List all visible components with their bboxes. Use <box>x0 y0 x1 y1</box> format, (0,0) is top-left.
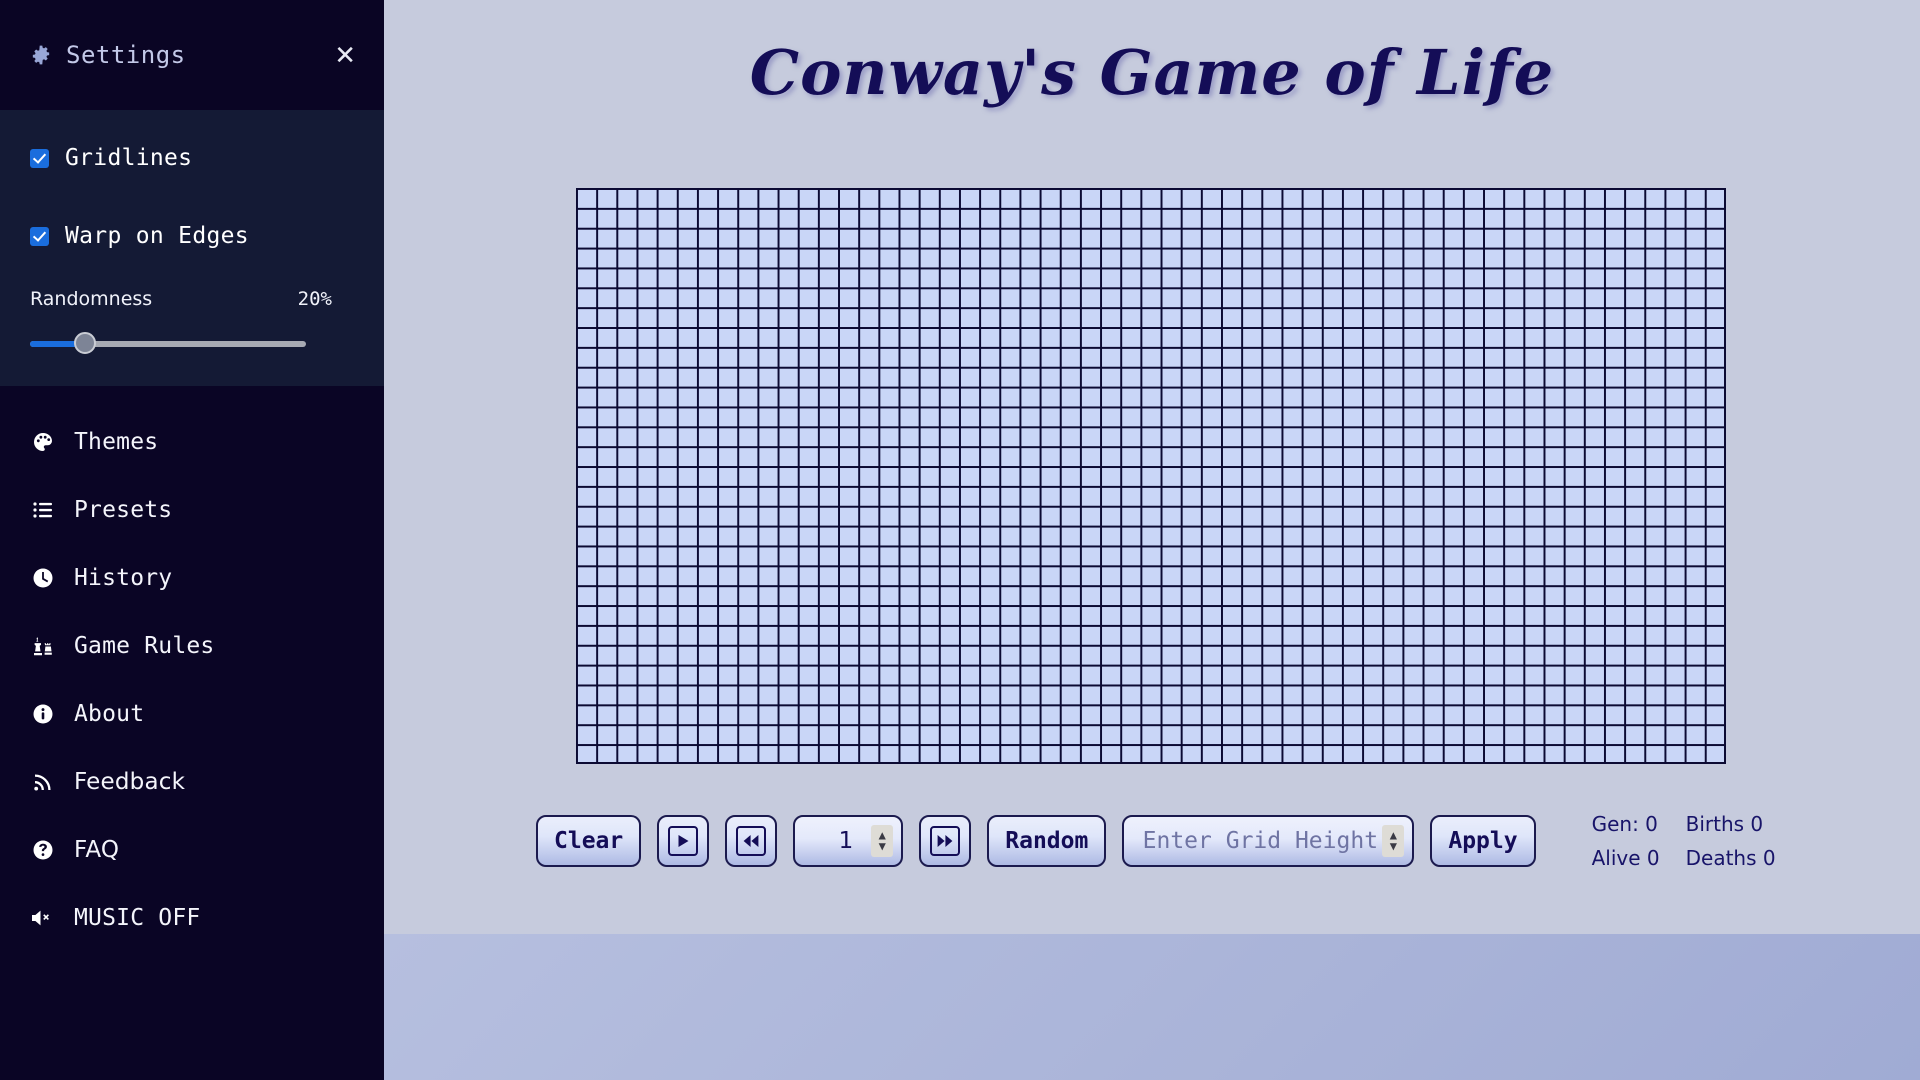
step-forward-button[interactable] <box>919 815 972 867</box>
play-button[interactable] <box>657 815 710 867</box>
randomness-row: Randomness 20% <box>30 288 354 310</box>
stat-generation: Gen: 0 <box>1591 812 1658 836</box>
speaker-mute-icon <box>30 905 56 931</box>
sidebar-item-faq[interactable]: FAQ <box>0 816 384 884</box>
sidebar-item-label: Presets <box>74 497 173 523</box>
grid-height-stepper[interactable]: ▲ ▼ <box>1382 825 1405 857</box>
clear-button[interactable]: Clear <box>536 815 642 867</box>
app-title: Conway's Game of Life <box>749 36 1555 109</box>
sidebar-item-label: Feedback <box>74 769 186 795</box>
settings-panel: Gridlines Warp on Edges Randomness 20% <box>0 110 384 386</box>
play-icon <box>668 826 699 856</box>
info-icon <box>30 701 56 727</box>
gear-icon <box>30 44 52 66</box>
main-content: Conway's Game of Life Clear 1 ▲ ▼ Random… <box>384 0 1920 1080</box>
control-bar: Clear 1 ▲ ▼ Random Enter Grid Height ▲ ▼… <box>384 812 1920 870</box>
sidebar-item-label: FAQ <box>74 837 120 863</box>
apply-button[interactable]: Apply <box>1430 815 1536 867</box>
stat-deaths: Deaths 0 <box>1685 846 1776 870</box>
sidebar-item-game-rules[interactable]: Game Rules <box>0 612 384 680</box>
random-button[interactable]: Random <box>987 815 1107 867</box>
sidebar-item-label: About <box>74 701 145 727</box>
list-icon <box>30 497 56 523</box>
sidebar-item-label: History <box>74 565 173 591</box>
sidebar-item-label: Game Rules <box>74 633 215 659</box>
sidebar-item-label: MUSIC OFF <box>74 905 201 931</box>
sidebar-item-themes[interactable]: Themes <box>0 408 384 476</box>
randomness-value: 20% <box>297 288 332 310</box>
randomness-slider[interactable] <box>30 332 306 356</box>
stat-alive: Alive 0 <box>1591 846 1660 870</box>
page-title: Settings <box>66 41 186 69</box>
step-count-value: 1 <box>838 828 854 854</box>
setting-gridlines[interactable]: Gridlines <box>30 132 354 184</box>
palette-icon <box>30 429 56 455</box>
footer-band <box>384 934 1920 1080</box>
sidebar-item-label: Themes <box>74 429 159 455</box>
fast-forward-icon <box>930 826 961 856</box>
sidebar-menu: Themes Presets History Game Rules About … <box>0 386 384 952</box>
gridlines-checkbox[interactable] <box>30 148 49 168</box>
sidebar-header: Settings ✕ <box>0 0 384 110</box>
grid-height-placeholder: Enter Grid Height <box>1142 828 1379 854</box>
gridlines-label: Gridlines <box>65 145 193 171</box>
sidebar-item-history[interactable]: History <box>0 544 384 612</box>
close-icon[interactable]: ✕ <box>334 42 356 68</box>
sidebar-item-about[interactable]: About <box>0 680 384 748</box>
settings-sidebar: Settings ✕ Gridlines Warp on Edges Rando… <box>0 0 384 1080</box>
randomness-label: Randomness <box>30 288 153 310</box>
warp-on-edges-checkbox[interactable] <box>30 226 49 246</box>
setting-warp-on-edges[interactable]: Warp on Edges <box>30 210 354 262</box>
stepper-down-icon[interactable]: ▼ <box>879 840 886 852</box>
sidebar-item-feedback[interactable]: Feedback <box>0 748 384 816</box>
stats-panel: Gen: 0 Births 0 Alive 0 Deaths 0 <box>1592 812 1776 870</box>
stat-births: Births 0 <box>1685 812 1764 836</box>
rss-icon <box>30 769 56 795</box>
question-circle-icon <box>30 837 56 863</box>
life-grid[interactable] <box>576 188 1726 764</box>
stepper-down-icon[interactable]: ▼ <box>1390 840 1397 852</box>
rewind-icon <box>736 826 767 856</box>
clock-icon <box>30 565 56 591</box>
slider-thumb[interactable] <box>74 332 97 354</box>
step-count-input[interactable]: 1 ▲ ▼ <box>793 815 904 867</box>
chess-icon <box>30 633 56 659</box>
sidebar-item-music-toggle[interactable]: MUSIC OFF <box>0 884 384 952</box>
life-grid-area[interactable] <box>576 188 1726 764</box>
step-back-button[interactable] <box>725 815 778 867</box>
warp-on-edges-label: Warp on Edges <box>65 223 249 249</box>
step-stepper[interactable]: ▲ ▼ <box>871 825 894 857</box>
grid-height-input[interactable]: Enter Grid Height ▲ ▼ <box>1122 815 1415 867</box>
sidebar-item-presets[interactable]: Presets <box>0 476 384 544</box>
